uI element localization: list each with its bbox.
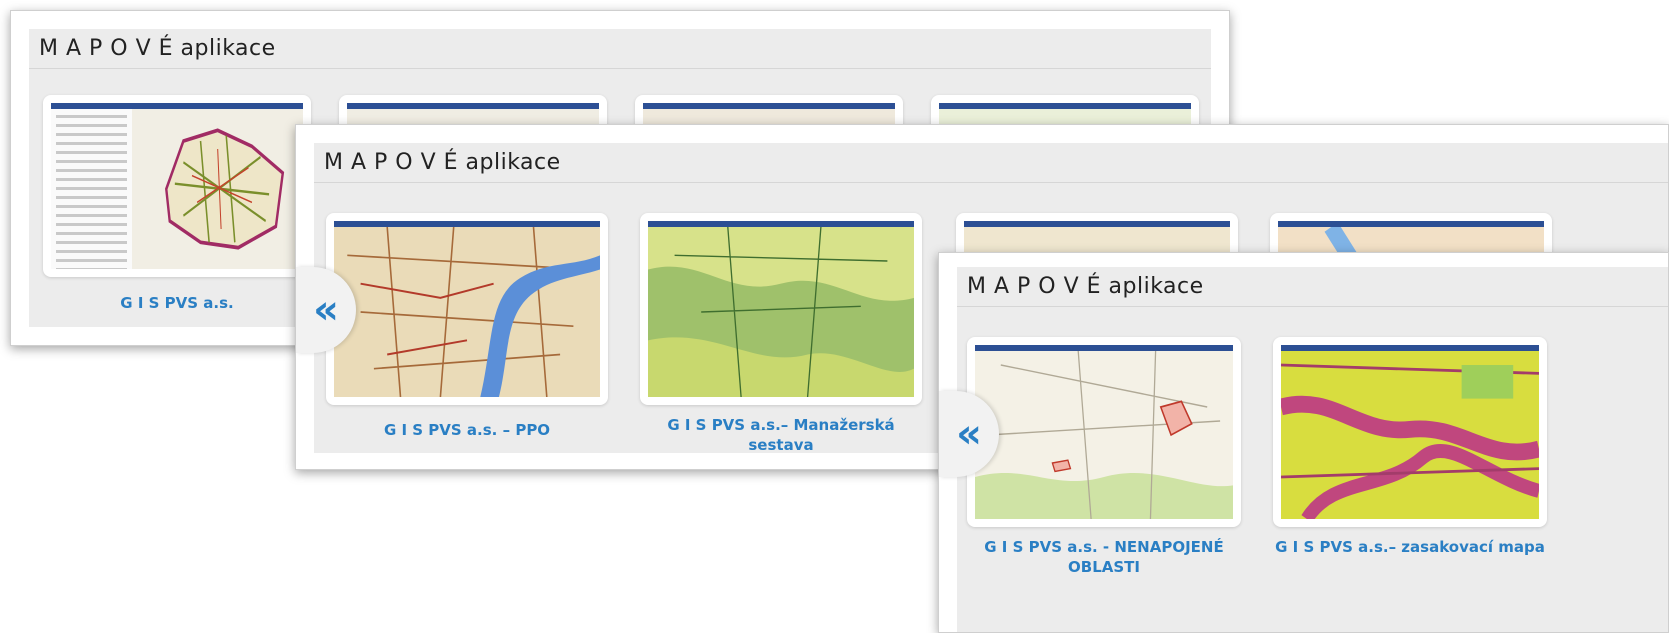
double-chevron-left-icon: « <box>313 287 339 333</box>
app-card-zasakovaci-mapa[interactable] <box>1273 337 1547 527</box>
app-caption[interactable]: G I S PVS a.s.– zasakovací mapa <box>1273 537 1547 557</box>
panel-title: M A P O V É aplikace <box>957 267 1668 307</box>
app-thumbnail[interactable] <box>334 221 600 397</box>
app-thumbnail[interactable] <box>975 345 1233 519</box>
app-card-gis-pvs[interactable] <box>43 95 311 277</box>
app-caption[interactable]: G I S PVS a.s.– Manažerská sestava <box>640 415 922 455</box>
app-thumbnail[interactable] <box>51 103 303 269</box>
app-card-managerska-sestava[interactable] <box>640 213 922 405</box>
app-card-gis-pvs-ppo[interactable] <box>326 213 608 405</box>
app-caption[interactable]: G I S PVS a.s. – PPO <box>326 420 608 440</box>
double-chevron-left-icon: « <box>956 411 982 457</box>
map-apps-panel-3: M A P O V É aplikace G I S PVS a.s. - NE… <box>938 252 1669 633</box>
app-thumbnail[interactable] <box>1281 345 1539 519</box>
app-caption[interactable]: G I S PVS a.s. <box>43 293 311 313</box>
app-thumbnail[interactable] <box>648 221 914 397</box>
app-caption[interactable]: G I S PVS a.s. - NENAPOJENÉ OBLASTI <box>967 537 1241 577</box>
panel-title: M A P O V É aplikace <box>29 29 1211 69</box>
panel-title: M A P O V É aplikace <box>314 143 1668 183</box>
app-card-nenapojene-oblasti[interactable] <box>967 337 1241 527</box>
